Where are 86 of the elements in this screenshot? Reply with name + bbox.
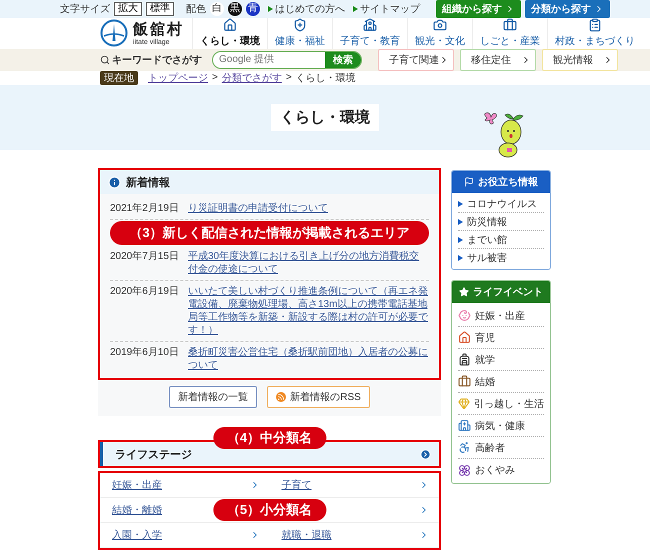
breadcrumb-label: 現在地 [100, 70, 138, 85]
baby-icon [458, 309, 471, 322]
news-title: 新着情報 [126, 175, 170, 190]
sidebar-link[interactable]: コロナウイルス [458, 195, 544, 213]
font-size-button[interactable]: 標準 [146, 2, 174, 16]
page-title: くらし・環境 [271, 104, 379, 131]
news-link[interactable]: いいたて美しい村づくり推進条例について（再エネ発電設備、廃棄物処理場、高さ13m以上の携帯電話基地局等工作物等を新築・新設する際は村の許可が必要です！） [188, 285, 429, 337]
color-scheme-button[interactable]: 黒 [228, 2, 242, 16]
briefcase-icon [458, 375, 471, 388]
hospital-icon [458, 419, 471, 432]
sidebar-title: ライフイベント [473, 286, 543, 299]
search-by-button[interactable]: 組織から探す [436, 0, 521, 18]
camera-icon [433, 18, 447, 32]
flower-icon [458, 464, 471, 476]
house-icon [458, 331, 471, 344]
font-size-label: 文字サイズ [60, 2, 110, 16]
subcategory-link[interactable]: 就職・退職 [282, 528, 332, 542]
quick-link[interactable]: 移住定住 [460, 48, 536, 71]
clipboard-icon [588, 18, 602, 32]
star-icon [459, 287, 469, 297]
sidebar-title: お役立ち情報 [478, 175, 538, 189]
search-label: キーワードでさがす [100, 52, 202, 67]
news-date: 2019年6月10日 [110, 346, 180, 360]
triangle-icon [458, 200, 463, 206]
life-event-link[interactable]: 高齢者 [458, 437, 544, 459]
news-date: 2020年6月19日 [110, 285, 180, 299]
font-size-button[interactable]: 拡大 [114, 2, 142, 16]
news-list-button[interactable]: 新着情報の一覧 [169, 386, 258, 408]
breadcrumb-link[interactable]: 分類でさがす [222, 70, 282, 85]
breadcrumb-separator: > [286, 72, 292, 84]
life-event-link[interactable]: おくやみ [458, 459, 544, 481]
news-date: 2020年7月15日 [110, 250, 180, 264]
search-icon [100, 54, 110, 65]
annotation-label: （5）小分類名 [212, 499, 326, 521]
subcategory-link[interactable]: 結婚・離婚 [112, 503, 162, 517]
quick-link[interactable]: 子育て関連 [378, 48, 454, 71]
rss-icon [276, 392, 286, 402]
life-event-link[interactable]: 妊娠・出産 [458, 305, 544, 327]
color-scheme-button[interactable]: 青 [246, 2, 260, 16]
shield-plus-icon [293, 18, 307, 32]
color-scheme-label: 配色 [186, 3, 206, 16]
life-event-link[interactable]: 結婚 [458, 371, 544, 393]
subcategory-link[interactable]: 妊娠・出産 [112, 478, 162, 492]
triangle-icon [458, 218, 463, 224]
logo-name: 飯舘村 [133, 20, 184, 38]
color-scheme-button[interactable]: 白 [210, 2, 224, 16]
quick-link[interactable]: 観光情報 [542, 48, 618, 71]
triangle-icon [353, 6, 358, 12]
triangle-icon [458, 255, 463, 261]
gem-icon [458, 397, 470, 410]
life-event-link[interactable]: 病気・健康 [458, 415, 544, 437]
top-link[interactable]: サイトマップ [353, 2, 420, 16]
news-link[interactable]: り災証明書の申請受付について [188, 202, 328, 215]
annotation-label: （3）新しく配信された情報が掲載されるエリア [110, 221, 429, 245]
briefcase-icon [503, 18, 517, 32]
triangle-icon [458, 236, 463, 242]
life-event-link[interactable]: 引っ越し・生活 [458, 393, 544, 415]
news-link[interactable]: 平成30年度決算における引き上げ分の地方消費税交付金の使途について [188, 250, 429, 276]
sidebar-link[interactable]: までい館 [458, 231, 544, 249]
school-icon [363, 18, 377, 32]
category-title: ライフステージ [115, 448, 192, 462]
chevron-circle-icon [420, 448, 431, 460]
subcategory-link[interactable]: 子育て [282, 478, 312, 492]
life-event-link[interactable]: 就学 [458, 349, 544, 371]
breadcrumb-link[interactable]: トップページ [148, 70, 208, 85]
top-link[interactable]: はじめての方へ [268, 2, 345, 16]
search-button[interactable]: 検索 [325, 52, 361, 68]
rss-button[interactable]: 新着情報のRSS [267, 386, 370, 408]
info-icon [108, 176, 121, 188]
house-icon [223, 18, 237, 32]
life-event-link[interactable]: 育児 [458, 327, 544, 349]
breadcrumb-separator: > [212, 72, 218, 84]
breadcrumb-current: くらし・環境 [296, 72, 356, 85]
news-date: 2021年2月19日 [110, 202, 180, 215]
search-by-button[interactable]: 分類から探す [525, 0, 610, 18]
flag-icon [464, 177, 474, 187]
sidebar-link[interactable]: 防災情報 [458, 213, 544, 231]
annotation-label: （4）中分類名 [212, 427, 326, 449]
search-field[interactable]: Google 提供 検索 [212, 50, 362, 69]
subcategory-link[interactable]: 入園・入学 [112, 528, 162, 542]
sidebar-link[interactable]: サル被害 [458, 249, 544, 267]
backpack-icon [458, 353, 471, 366]
news-link[interactable]: 桑折町災害公営住宅（桑折駅前団地）入居者の公募について [188, 346, 429, 372]
wheelchair-icon [458, 441, 471, 454]
logo-icon [100, 19, 128, 48]
triangle-icon [268, 6, 273, 12]
